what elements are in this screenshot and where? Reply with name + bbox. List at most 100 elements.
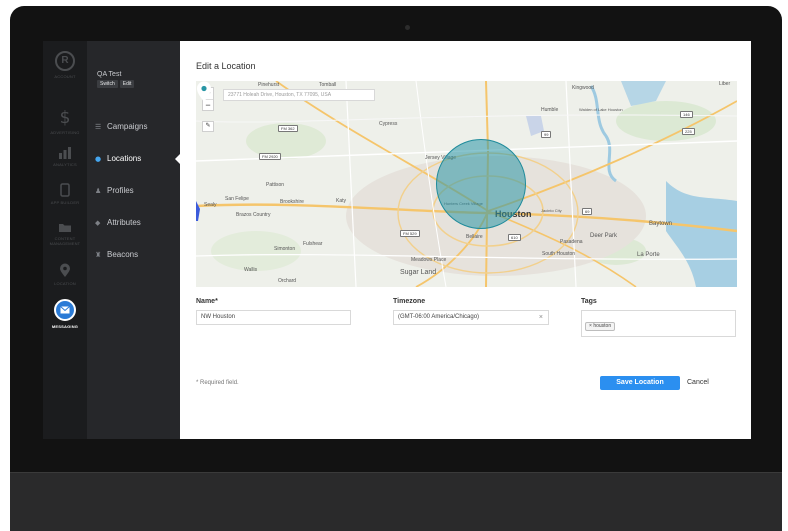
envelope-glyph: [60, 306, 70, 314]
name-field-group: Name* NW Houston: [196, 298, 351, 325]
timezone-value: (GMT-06:00 America/Chicago): [398, 314, 480, 320]
map-label: Walden of Lake Houston: [579, 107, 623, 112]
rail-label: APP BUILDER: [50, 200, 80, 205]
icon-rail: R ACCOUNT $ ADVERTISING ANALYTICS APP BU…: [43, 41, 87, 439]
tag-chip-label: houston: [593, 323, 612, 329]
map-pin-icon[interactable]: [196, 81, 212, 103]
map-label: Baytown: [649, 221, 673, 227]
rail-item-account[interactable]: R ACCOUNT: [43, 51, 87, 79]
name-input[interactable]: NW Houston: [196, 310, 351, 325]
account-switcher: QA Test Switch Edit: [97, 71, 135, 88]
nav-item-label: Beacons: [107, 250, 139, 259]
rail-label: ADVERTISING: [50, 130, 80, 135]
map-label: San Felipe: [225, 196, 249, 202]
map-label: Katy: [336, 198, 347, 204]
app-screen: R ACCOUNT $ ADVERTISING ANALYTICS APP BU…: [43, 41, 751, 439]
map-search-input[interactable]: 23771 Holeah Drive, Houston, TX 77095, U…: [223, 89, 375, 101]
map-label: Pattison: [266, 182, 285, 188]
map-label: Brazos Country: [236, 212, 271, 218]
map-label: Simonton: [274, 246, 296, 252]
highway-shield: FM 529: [400, 230, 420, 237]
draw-shape-button[interactable]: ✎: [202, 121, 214, 132]
logo-icon: R: [55, 51, 75, 71]
nav-item-beacons[interactable]: ♜ Beacons: [95, 250, 138, 259]
main-content: Edit a Location 23771 Holeah Drive, Hous…: [180, 41, 751, 439]
map-label: Fulshear: [303, 241, 323, 247]
rail-item-messaging[interactable]: MESSAGING: [43, 299, 87, 329]
chart-icon: [59, 147, 71, 159]
map-label: Deer Park: [590, 233, 618, 239]
beacon-icon: ♜: [95, 250, 102, 259]
tags-label: Tags: [581, 298, 597, 305]
rail-item-advertising[interactable]: $ ADVERTISING: [43, 109, 87, 135]
device-mockup: R ACCOUNT $ ADVERTISING ANALYTICS APP BU…: [0, 0, 788, 531]
switch-account-button[interactable]: Switch: [97, 80, 118, 88]
edit-account-button[interactable]: Edit: [119, 80, 135, 88]
page-title: Edit a Location: [196, 61, 256, 71]
map-label: Sealy: [204, 202, 217, 208]
map-label: Cypress: [379, 121, 398, 127]
map-label: Orchard: [278, 278, 297, 284]
clear-timezone-icon[interactable]: ×: [539, 311, 543, 324]
timezone-field-group: Timezone (GMT-06:00 America/Chicago) ×: [393, 298, 549, 325]
save-location-button[interactable]: Save Location: [600, 376, 680, 390]
required-note: * Required field.: [196, 380, 239, 386]
tags-input[interactable]: × houston: [581, 310, 736, 337]
nav-item-attributes[interactable]: ◆ Attributes: [95, 218, 141, 227]
highway-shield: FM 362: [278, 125, 298, 132]
map-label: Pasadena: [560, 239, 583, 245]
map-label: Brookshire: [280, 199, 304, 205]
map-label: Humble: [541, 107, 559, 113]
timezone-select[interactable]: (GMT-06:00 America/Chicago) ×: [393, 310, 549, 325]
nav-item-campaigns[interactable]: ☰ Campaigns: [95, 122, 147, 131]
map-label: Wallis: [244, 267, 258, 273]
nav-item-profiles[interactable]: ♟ Profiles: [95, 186, 134, 195]
rail-label: MESSAGING: [51, 324, 79, 329]
map-label: Meadows Place: [411, 257, 447, 263]
map-label: South Houston: [542, 251, 576, 257]
map-pin-icon: ●: [95, 154, 102, 163]
rail-label: ACCOUNT: [54, 74, 76, 79]
nav-item-label: Attributes: [107, 218, 141, 227]
highway-shield: 225: [682, 128, 695, 135]
nav-item-locations[interactable]: ● Locations: [95, 154, 141, 163]
folder-icon: [59, 224, 71, 232]
map-label: Liber: [719, 81, 731, 87]
rail-item-analytics[interactable]: ANALYTICS: [43, 147, 87, 167]
highway-shield: 146: [680, 111, 693, 118]
secondary-nav: QA Test Switch Edit ☰ Campaigns ● Locati…: [87, 41, 180, 439]
rail-item-content-management[interactable]: CONTENT MANAGEMENT: [43, 222, 87, 246]
remove-tag-icon[interactable]: ×: [589, 323, 592, 329]
map-label: Bellaire: [466, 234, 483, 240]
rail-label: LOCATION: [54, 281, 76, 286]
nav-item-label: Locations: [107, 154, 142, 163]
tags-field-group: Tags × houston: [581, 298, 736, 337]
timezone-label: Timezone: [393, 298, 426, 305]
dollar-icon: $: [59, 108, 71, 128]
rail-label: ANALYTICS: [53, 162, 77, 167]
account-name: QA Test: [97, 71, 122, 78]
tag-chip: × houston: [585, 322, 616, 331]
geofence-radius[interactable]: [436, 139, 526, 229]
camera-dot: [405, 25, 410, 30]
nav-item-label: Campaigns: [107, 122, 148, 131]
highway-shield: 69: [582, 208, 593, 215]
name-label: Name*: [196, 298, 218, 305]
envelope-icon: [54, 299, 76, 321]
highway-shield: 99: [541, 131, 552, 138]
tag-icon: ◆: [95, 218, 101, 227]
monitor-chin: [10, 472, 782, 531]
map-label: Sugar Land: [400, 269, 437, 276]
map-label: Tomball: [319, 82, 337, 88]
phone-icon: [60, 183, 70, 197]
map-pin-icon: [60, 263, 70, 277]
cancel-link[interactable]: Cancel: [687, 376, 709, 390]
user-icon: ♟: [95, 186, 102, 195]
location-map[interactable]: 23771 Holeah Drive, Houston, TX 77095, U…: [196, 81, 737, 287]
rail-item-app-builder[interactable]: APP BUILDER: [43, 183, 87, 205]
map-label: Jacinto City: [541, 208, 562, 213]
rail-item-location[interactable]: LOCATION: [43, 263, 87, 286]
map-label: La Porte: [637, 252, 660, 258]
map-label: Pinehurst: [258, 82, 280, 88]
highway-shield: 610: [508, 234, 521, 241]
